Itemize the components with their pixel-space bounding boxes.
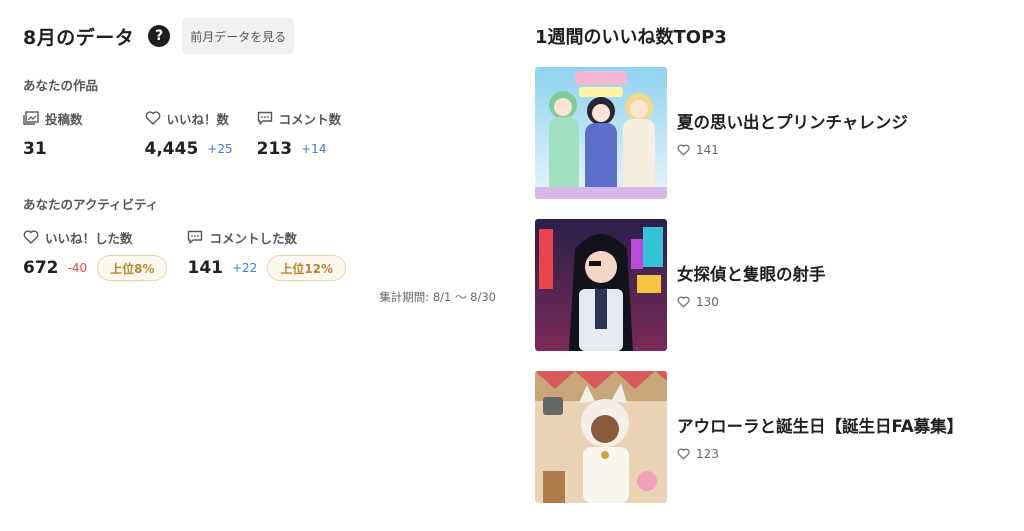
commented-stat: コメントした数 141 +22 上位12% xyxy=(187,228,347,281)
posts-label: 投稿数 xyxy=(45,111,83,127)
likes-label: いいね！数 xyxy=(166,111,230,127)
likes-value: 4,445 xyxy=(144,139,199,159)
liked-stat: いいね！した数 672 -40 上位8% xyxy=(23,228,168,281)
works-stats-row: 投稿数 31 いいね！数 4,445 +25 コメント数 213 +14 xyxy=(23,109,503,161)
ranking-item-3[interactable]: アウローラと誕生日【誕生日FA募集】 123 xyxy=(535,371,963,503)
heart-outline-icon xyxy=(23,230,39,244)
comment-outline-icon xyxy=(188,230,203,244)
artwork-thumbnail-2[interactable] xyxy=(535,219,667,351)
activity-stats-row: いいね！した数 672 -40 上位8% コメントした数 141 +22 上位1… xyxy=(23,228,503,281)
previous-month-button[interactable]: 前月データを見る xyxy=(182,18,295,54)
artwork-thumbnail-1[interactable] xyxy=(535,67,667,199)
comments-label: コメント数 xyxy=(278,111,342,127)
likes-stat: いいね！数 4,445 +25 xyxy=(145,109,233,161)
commented-value: 141 xyxy=(187,258,223,278)
comment-outline-icon xyxy=(257,111,272,125)
work-likes-2: 130 xyxy=(696,295,719,309)
posts-value: 31 xyxy=(23,139,47,159)
work-title-1[interactable]: 夏の思い出とプリンチャレンジ xyxy=(677,109,908,133)
question-circle-icon[interactable]: ? xyxy=(148,25,171,47)
commented-delta: +22 xyxy=(231,261,258,275)
work-likes-1: 141 xyxy=(696,143,719,157)
works-section-label: あなたの作品 xyxy=(23,78,99,93)
folder-image-icon xyxy=(23,111,39,125)
work-likes-3: 123 xyxy=(696,447,719,461)
artwork-thumbnail-3[interactable] xyxy=(535,371,667,503)
work-title-2[interactable]: 女探偵と隻眼の射手 xyxy=(677,261,826,285)
work-title-3[interactable]: アウローラと誕生日【誕生日FA募集】 xyxy=(677,413,963,437)
heart-outline-icon xyxy=(677,296,690,308)
activity-section-label: あなたのアクティビティ xyxy=(23,197,159,212)
ranking-item-1[interactable]: 夏の思い出とプリンチャレンジ 141 xyxy=(535,67,908,199)
stats-heading-row: 8月のデータ ? 前月データを見る xyxy=(23,18,503,54)
likes-delta: +25 xyxy=(207,142,233,156)
liked-rank-badge: 上位8% xyxy=(97,255,168,281)
comments-value: 213 xyxy=(256,139,293,159)
comments-delta: +14 xyxy=(301,142,327,156)
commented-label: コメントした数 xyxy=(209,230,297,246)
ranking-item-2[interactable]: 女探偵と隻眼の射手 130 xyxy=(535,219,826,351)
liked-label: いいね！した数 xyxy=(45,230,133,246)
heart-outline-icon xyxy=(677,448,690,460)
heart-outline-icon xyxy=(677,144,690,156)
heart-outline-icon xyxy=(145,111,160,125)
page-title: 8月のデータ xyxy=(23,26,135,49)
aggregation-period: 集計期間: 8/1 〜 8/30 xyxy=(379,290,496,304)
monthly-stats-panel: 8月のデータ ? 前月データを見る あなたの作品 投稿数 31 いいね！数 4,… xyxy=(23,18,503,304)
commented-rank-badge: 上位12% xyxy=(267,255,347,281)
comments-stat: コメント数 213 +14 xyxy=(257,109,342,161)
liked-delta: -40 xyxy=(67,261,88,275)
ranking-title: 1週間のいいね数TOP3 xyxy=(535,27,727,48)
posts-stat: 投稿数 31 xyxy=(23,109,83,161)
liked-value: 672 xyxy=(23,258,59,278)
weekly-top3-panel: 1週間のいいね数TOP3 夏の思い出とプリンチャレンジ 141 女探偵と隻眼の射… xyxy=(535,18,1005,503)
